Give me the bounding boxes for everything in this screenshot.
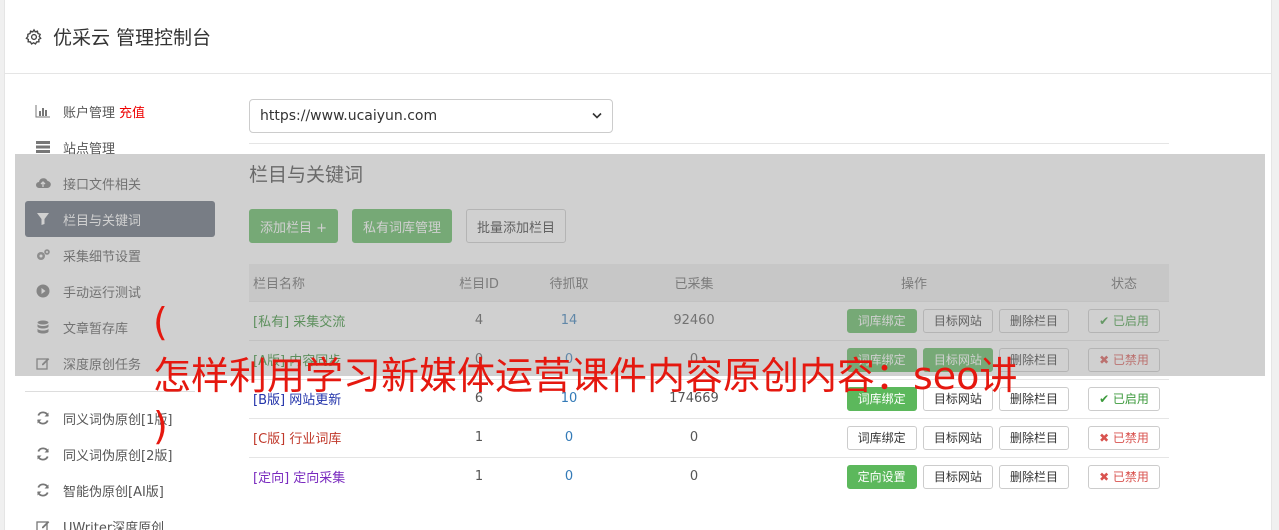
divider xyxy=(249,143,1169,144)
row-status: ✖ 已禁用 xyxy=(1079,417,1169,457)
bar-chart-icon xyxy=(35,103,51,119)
refresh-icon xyxy=(35,410,51,426)
site-select[interactable]: https://www.ucaiyun.com xyxy=(249,99,613,133)
overlay-line-1: ( xyxy=(153,300,168,344)
page-title: 优采云 管理控制台 xyxy=(53,27,212,49)
status-toggle[interactable]: ✖ 已禁用 xyxy=(1088,464,1160,489)
row-actions: 定向设置 目标网站 删除栏目 xyxy=(759,456,1079,496)
pending-count[interactable]: 0 xyxy=(509,456,629,496)
overlay-caption: ( 怎样利用学习新媒体运营课件内容原创内容：seo讲 ) xyxy=(153,288,1017,456)
row-status: ✖ 已禁用 xyxy=(1079,456,1169,496)
sidebar-item-ai-original[interactable]: 智能伪原创[AI版] xyxy=(25,472,215,508)
column-tag: [定向] xyxy=(253,471,290,487)
refresh-icon xyxy=(35,446,51,462)
sidebar-item-label: 账户管理 xyxy=(63,105,116,121)
column-id: 1 xyxy=(449,456,509,496)
recharge-link[interactable]: 充值 xyxy=(119,102,145,121)
site-select-value: https://www.ucaiyun.com xyxy=(260,108,438,124)
sidebar-item-uwriter[interactable]: UWriter深度原创 xyxy=(25,508,215,530)
overlay-line-3: ) xyxy=(153,404,168,448)
server-icon xyxy=(35,139,51,155)
edit-icon xyxy=(35,518,51,530)
sidebar-item-account[interactable]: 账户管理 充值 xyxy=(25,93,215,129)
overlay-line-2: 怎样利用学习新媒体运营课件内容原创内容：seo讲 xyxy=(153,354,1018,398)
delete-column-button[interactable]: 删除栏目 xyxy=(998,464,1069,489)
sidebar-item-label: 智能伪原创[AI版] xyxy=(63,484,164,500)
column-name[interactable]: [定向] 定向采集 xyxy=(249,456,449,496)
table-row: [定向] 定向采集 1 0 0 定向设置 目标网站 删除栏目 ✖ 已禁用 xyxy=(249,456,1169,496)
sidebar-item-label: UWriter深度原创 xyxy=(63,520,165,530)
row-status: ✔ 已启用 xyxy=(1079,378,1169,418)
target-site-button[interactable]: 目标网站 xyxy=(922,464,993,489)
header: 优采云 管理控制台 xyxy=(5,0,1271,74)
scrollbar[interactable] xyxy=(1272,0,1279,530)
column-title: 定向采集 xyxy=(293,471,346,487)
status-toggle[interactable]: ✔ 已启用 xyxy=(1088,386,1160,411)
refresh-icon xyxy=(35,482,51,498)
status-toggle[interactable]: ✖ 已禁用 xyxy=(1088,425,1160,450)
gear-icon xyxy=(25,28,43,46)
chevron-down-icon xyxy=(592,108,602,124)
directed-settings-button[interactable]: 定向设置 xyxy=(846,464,917,489)
collected-count: 0 xyxy=(629,456,759,496)
